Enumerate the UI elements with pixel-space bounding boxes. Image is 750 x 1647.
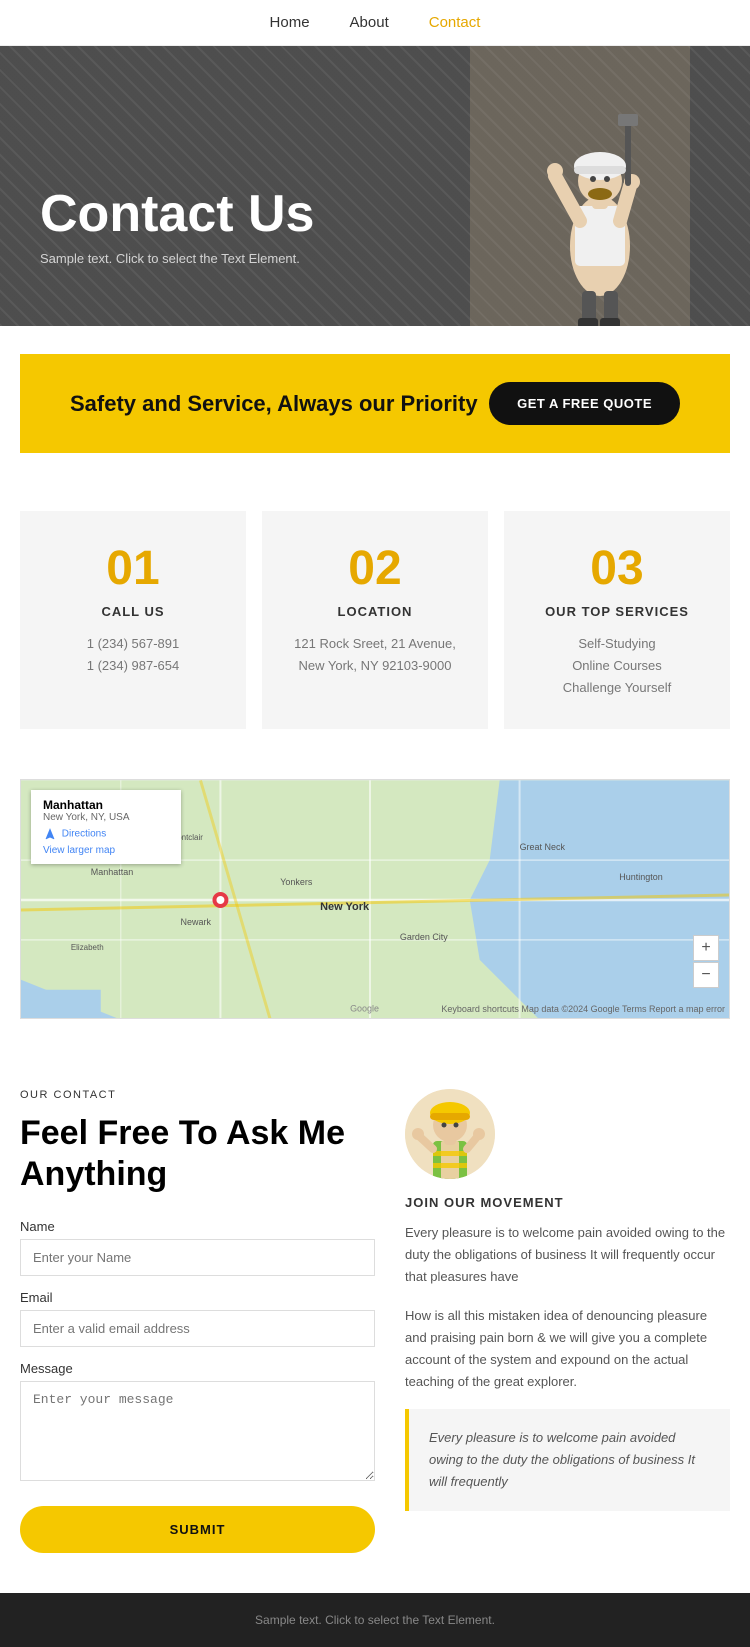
card-number-2: 02 — [282, 541, 468, 596]
promo-banner: Safety and Service, Always our Priority … — [20, 354, 730, 453]
message-label: Message — [20, 1361, 375, 1376]
quote-text: Every pleasure is to welcome pain avoide… — [429, 1427, 710, 1493]
map-container[interactable]: Manhattan Yonkers New York Newark Garden… — [20, 779, 730, 1019]
card-title-2: LOCATION — [282, 604, 468, 619]
map-footer-text: Keyboard shortcuts Map data ©2024 Google… — [441, 1004, 725, 1014]
message-textarea[interactable] — [20, 1381, 375, 1481]
card-location: 02 LOCATION 121 Rock Sreet, 21 Avenue, N… — [262, 511, 488, 729]
quote-box: Every pleasure is to welcome pain avoide… — [405, 1409, 730, 1511]
svg-text:Google: Google — [350, 1004, 379, 1014]
hero-subtitle: Sample text. Click to select the Text El… — [40, 251, 314, 266]
svg-text:Garden City: Garden City — [400, 932, 448, 942]
nav-about[interactable]: About — [350, 14, 389, 31]
map-info-overlay: Manhattan New York, NY, USA Directions V… — [31, 790, 181, 864]
worker-illustration — [470, 46, 690, 326]
svg-text:Manhattan: Manhattan — [91, 867, 133, 877]
message-form-group: Message — [20, 1361, 375, 1486]
email-label: Email — [20, 1290, 375, 1305]
map-zoom-controls: + − — [693, 935, 719, 988]
map-section: Manhattan Yonkers New York Newark Garden… — [0, 779, 750, 1059]
join-para-1: Every pleasure is to welcome pain avoide… — [405, 1222, 730, 1288]
map-larger-link[interactable]: View larger map — [43, 845, 169, 856]
nav-contact[interactable]: Contact — [429, 14, 481, 31]
hero-text-block: Contact Us Sample text. Click to select … — [40, 186, 314, 266]
map-location-name: Manhattan — [43, 798, 169, 812]
card-title-1: CALL US — [40, 604, 226, 619]
card-number-1: 01 — [40, 541, 226, 596]
svg-text:Great Neck: Great Neck — [520, 842, 566, 852]
map-directions-button[interactable]: Directions — [43, 827, 106, 841]
card-services: 03 OUR TOP SERVICES Self-Studying Online… — [504, 511, 730, 729]
email-input[interactable] — [20, 1310, 375, 1347]
email-form-group: Email — [20, 1290, 375, 1347]
svg-text:Newark: Newark — [181, 917, 212, 927]
name-form-group: Name — [20, 1219, 375, 1276]
nav-home[interactable]: Home — [270, 14, 310, 31]
svg-text:Yonkers: Yonkers — [280, 877, 313, 887]
contact-right-area: JOIN OUR MOVEMENT Every pleasure is to w… — [405, 1089, 730, 1553]
navigation: Home About Contact — [0, 0, 750, 46]
map-zoom-in-button[interactable]: + — [693, 935, 719, 961]
card-call-us: 01 CALL US 1 (234) 567-891 1 (234) 987-6… — [20, 511, 246, 729]
contact-heading: Feel Free To Ask Me Anything — [20, 1113, 375, 1195]
info-cards-section: 01 CALL US 1 (234) 567-891 1 (234) 987-6… — [0, 481, 750, 779]
svg-text:New York: New York — [320, 901, 370, 913]
card-info-1: 1 (234) 567-891 1 (234) 987-654 — [40, 633, 226, 677]
contact-section: OUR CONTACT Feel Free To Ask Me Anything… — [0, 1059, 750, 1593]
card-title-3: OUR TOP SERVICES — [524, 604, 710, 619]
footer: Sample text. Click to select the Text El… — [0, 1593, 750, 1647]
contact-form-area: OUR CONTACT Feel Free To Ask Me Anything… — [20, 1089, 375, 1553]
our-contact-label: OUR CONTACT — [20, 1089, 375, 1101]
submit-button[interactable]: SUBMIT — [20, 1506, 375, 1553]
card-number-3: 03 — [524, 541, 710, 596]
join-title: JOIN OUR MOVEMENT — [405, 1195, 730, 1210]
card-info-3: Self-Studying Online Courses Challenge Y… — [524, 633, 710, 699]
free-quote-button[interactable]: GET A FREE QUOTE — [489, 382, 680, 425]
banner-heading: Safety and Service, Always our Priority — [70, 391, 478, 417]
worker-avatar — [405, 1089, 495, 1179]
name-input[interactable] — [20, 1239, 375, 1276]
hero-title: Contact Us — [40, 186, 314, 243]
hero-section: Contact Us Sample text. Click to select … — [0, 46, 750, 326]
join-para-2: How is all this mistaken idea of denounc… — [405, 1305, 730, 1393]
svg-text:Elizabeth: Elizabeth — [71, 943, 104, 952]
name-label: Name — [20, 1219, 375, 1234]
card-info-2: 121 Rock Sreet, 21 Avenue, New York, NY … — [282, 633, 468, 677]
footer-text: Sample text. Click to select the Text El… — [20, 1613, 730, 1627]
map-zoom-out-button[interactable]: − — [693, 962, 719, 988]
cards-row: 01 CALL US 1 (234) 567-891 1 (234) 987-6… — [20, 511, 730, 729]
map-location-sub: New York, NY, USA — [43, 812, 169, 823]
svg-text:Huntington: Huntington — [619, 872, 662, 882]
